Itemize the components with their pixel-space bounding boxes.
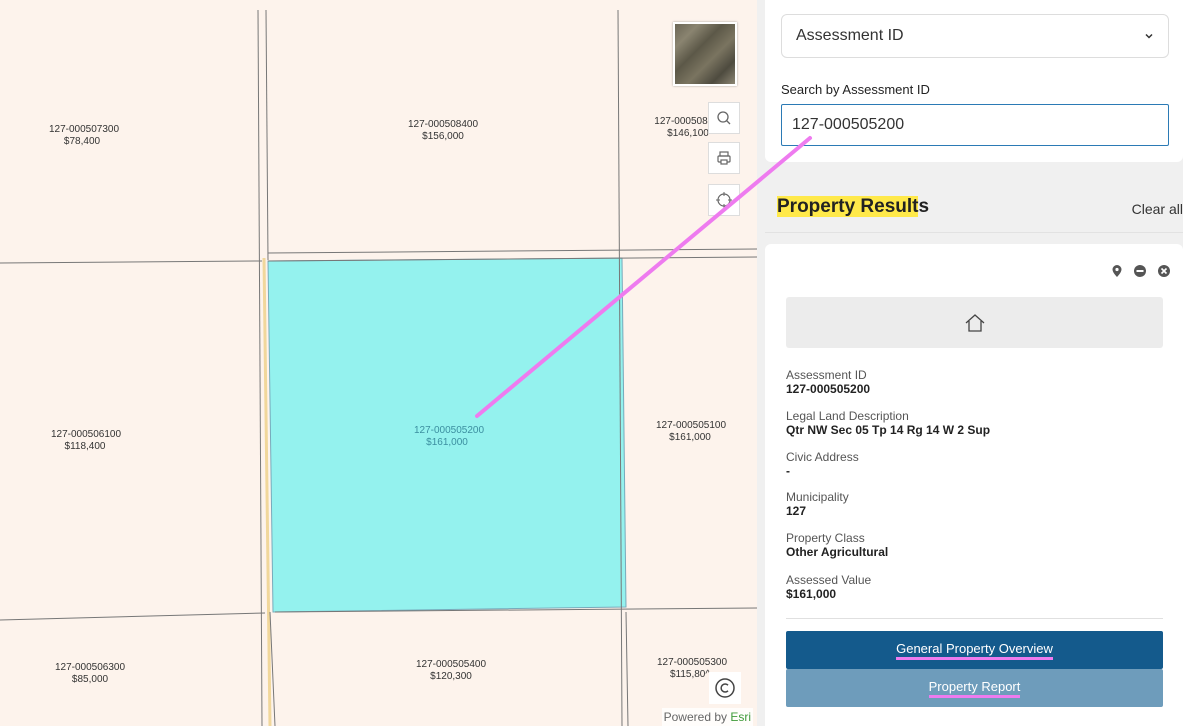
parcel-id-label: 127-000508400 [408, 119, 479, 130]
clear-all-link[interactable]: Clear all [1132, 201, 1183, 217]
search-label: Search by Assessment ID [781, 82, 930, 97]
map-pin-icon[interactable] [1111, 264, 1123, 278]
chevron-down-icon [1145, 33, 1153, 39]
copyright-icon[interactable] [709, 672, 741, 704]
results-title: Property Results [777, 196, 929, 218]
parcel-id-label: 127-000506300 [55, 662, 126, 673]
search-type-value: Assessment ID [796, 27, 904, 44]
side-panel: Assessment ID Search by Assessment ID Pr… [757, 0, 1183, 726]
search-type-select[interactable]: Assessment ID [781, 14, 1169, 58]
search-input[interactable] [781, 104, 1169, 146]
field-property-class: Property Class Other Agricultural [786, 531, 889, 560]
parcel-value-label: $161,000 [669, 432, 711, 443]
parcel-id-label: 127-000505300 [657, 657, 728, 668]
attribution-prefix: Powered by [663, 710, 731, 724]
parcel-value-label: $161,000 [426, 437, 468, 448]
field-label: Municipality [786, 490, 849, 504]
results-title-rest: s [918, 196, 930, 217]
field-label: Civic Address [786, 450, 859, 464]
button-label: General Property Overview [896, 641, 1053, 660]
property-report-button[interactable]: Property Report [786, 669, 1163, 707]
property-result-card: Assessment ID 127-000505200 Legal Land D… [765, 244, 1183, 726]
collapse-icon[interactable] [1133, 264, 1147, 278]
field-value: 127-000505200 [786, 382, 871, 396]
button-label: Property Report [928, 679, 1021, 698]
search-card: Assessment ID Search by Assessment ID [765, 0, 1183, 162]
field-value: Other Agricultural [786, 545, 889, 559]
map-view[interactable]: 127-000507300 $78,400 127-000508400 $156… [0, 0, 757, 726]
field-label: Property Class [786, 531, 865, 545]
parcel-id-label: 127-000505200 [414, 425, 485, 436]
print-icon[interactable] [708, 142, 740, 174]
home-icon [965, 313, 984, 332]
field-label: Assessment ID [786, 368, 867, 382]
field-legal-land-description: Legal Land Description Qtr NW Sec 05 Tp … [786, 409, 991, 438]
home-button[interactable] [786, 297, 1163, 348]
parcel-value-label: $118,400 [65, 441, 106, 452]
field-value: Qtr NW Sec 05 Tp 14 Rg 14 W 2 Sup [786, 423, 991, 437]
divider [786, 618, 1163, 619]
field-value: - [786, 464, 790, 478]
parcel-value-label: $78,400 [64, 136, 101, 147]
attribution-link[interactable]: Esri [730, 710, 751, 724]
results-title-highlight: Property Result [777, 196, 919, 217]
field-label: Assessed Value [786, 573, 872, 587]
field-value: 127 [786, 504, 807, 518]
field-municipality: Municipality 127 [786, 490, 849, 519]
card-actions [1111, 264, 1171, 278]
parcel-map[interactable]: 127-000507300 $78,400 127-000508400 $156… [0, 0, 757, 726]
field-assessed-value: Assessed Value $161,000 [786, 573, 872, 602]
general-property-overview-button[interactable]: General Property Overview [786, 631, 1163, 669]
parcel-id-label: 127-000505100 [656, 420, 727, 431]
parcel-id-label: 127-000507300 [49, 124, 120, 135]
field-civic-address: Civic Address - [786, 450, 859, 479]
parcel-id-label: 127-000508 [654, 116, 708, 127]
divider [765, 232, 1183, 233]
parcel-value-label: $146,100 [667, 128, 709, 139]
basemap-thumbnail[interactable] [673, 22, 737, 86]
parcel-value-label: $85,000 [72, 674, 109, 685]
parcel-id-label: 127-000506100 [51, 429, 122, 440]
field-label: Legal Land Description [786, 409, 909, 423]
parcel-value-label: $156,000 [422, 131, 464, 142]
map-attribution: Powered by Esri [661, 708, 753, 726]
field-assessment-id: Assessment ID 127-000505200 [786, 368, 871, 397]
parcel-value-label: $115,80^ [670, 669, 710, 680]
locate-icon[interactable] [708, 184, 740, 216]
field-value: $161,000 [786, 587, 837, 601]
parcel-id-label: 127-000505400 [416, 659, 487, 670]
parcel-value-label: $120,300 [430, 671, 472, 682]
search-icon[interactable] [708, 102, 740, 134]
close-icon[interactable] [1157, 264, 1171, 278]
